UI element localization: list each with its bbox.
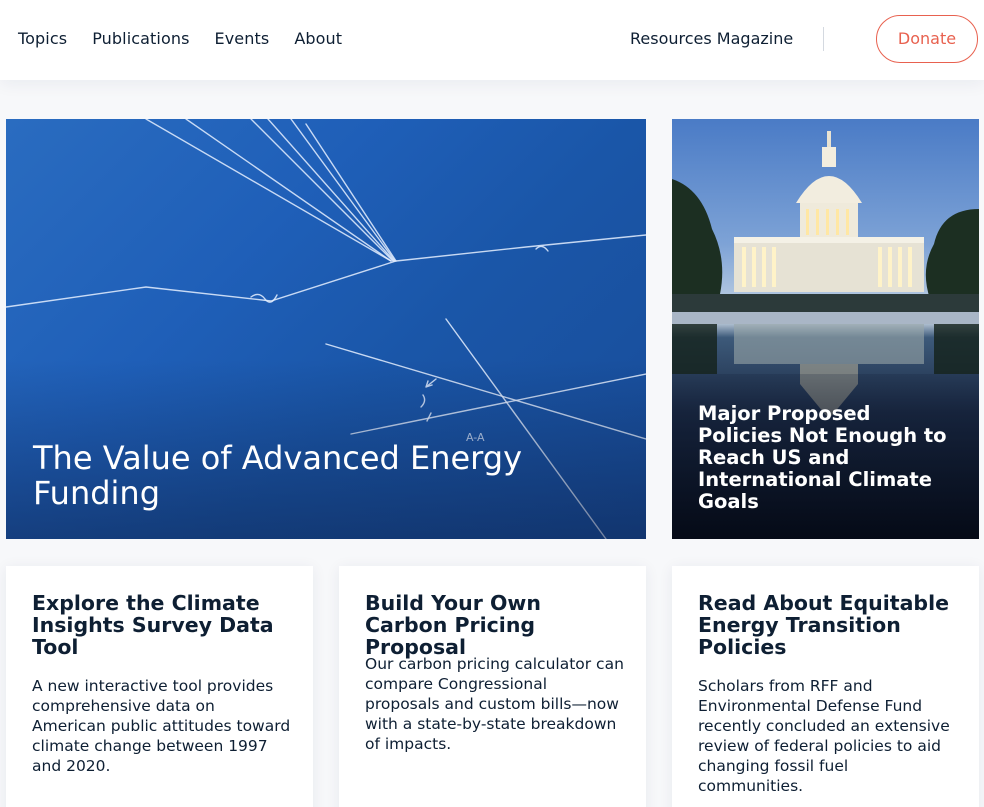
card-title[interactable]: Build Your Own Carbon Pricing Proposal: [365, 592, 625, 658]
card-body: A new interactive tool provides comprehe…: [32, 677, 291, 775]
nav-divider: [823, 27, 824, 51]
hero-side-title[interactable]: Major Proposed Policies Not Enough to Re…: [698, 403, 958, 513]
site-header: Topics Publications Events About Resourc…: [0, 0, 984, 80]
card-title[interactable]: Read About Equitable Energy Transition P…: [698, 592, 958, 658]
hero-main-title[interactable]: The Value of Advanced Energy Funding: [33, 441, 593, 511]
card-energy-transition[interactable]: Read About Equitable Energy Transition P…: [672, 566, 979, 807]
nav-publications[interactable]: Publications: [92, 29, 189, 49]
hero-side-card[interactable]: Major Proposed Policies Not Enough to Re…: [672, 119, 979, 539]
hero-feature-card[interactable]: A-A The Value of Advanced Energy Funding: [6, 119, 646, 539]
card-climate-insights[interactable]: Explore the Climate Insights Survey Data…: [6, 566, 313, 807]
card-body: Scholars from RFF and Environmental Defe…: [698, 677, 950, 795]
donate-button[interactable]: Donate: [876, 15, 978, 63]
nav-topics[interactable]: Topics: [18, 29, 67, 49]
primary-nav: Topics Publications Events About: [18, 29, 367, 49]
nav-resources-magazine[interactable]: Resources Magazine: [630, 29, 793, 49]
nav-events[interactable]: Events: [215, 29, 270, 49]
card-carbon-pricing[interactable]: Build Your Own Carbon Pricing Proposal O…: [339, 566, 646, 807]
nav-about[interactable]: About: [294, 29, 342, 49]
card-body: Our carbon pricing calculator can compar…: [365, 655, 624, 753]
card-title[interactable]: Explore the Climate Insights Survey Data…: [32, 592, 292, 658]
